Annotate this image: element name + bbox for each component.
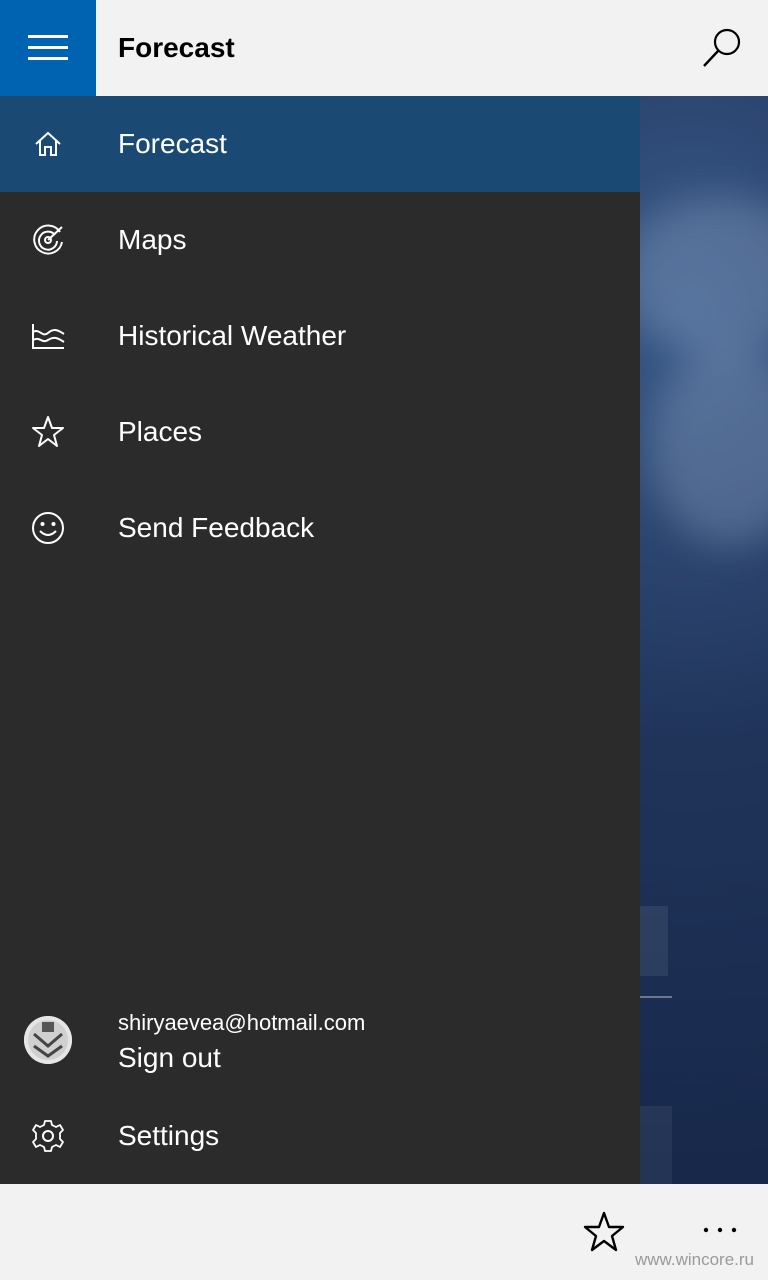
smiley-icon xyxy=(28,508,68,548)
forecast-panel xyxy=(640,1106,672,1184)
gear-icon xyxy=(28,1116,68,1156)
app-bar: www.wincore.ru xyxy=(0,1184,768,1280)
hamburger-button[interactable] xyxy=(0,0,96,96)
account-section[interactable]: shiryaevea@hotmail.com Sign out xyxy=(0,1000,640,1086)
nav-label: Send Feedback xyxy=(118,512,315,543)
search-icon xyxy=(698,28,746,76)
nav-label: Maps xyxy=(118,224,187,255)
nav-item-settings[interactable]: Settings xyxy=(0,1088,640,1184)
nav-item-forecast[interactable]: Forecast xyxy=(0,96,640,192)
nav-item-places[interactable]: Places xyxy=(0,384,640,480)
home-icon xyxy=(28,124,68,164)
nav-item-maps[interactable]: Maps xyxy=(0,192,640,288)
more-button[interactable] xyxy=(696,1208,744,1248)
nav-item-send-feedback[interactable]: Send Feedback xyxy=(0,480,640,576)
nav-item-historical-weather[interactable]: Historical Weather xyxy=(0,288,640,384)
title-bar: Forecast xyxy=(0,0,768,96)
hamburger-icon xyxy=(28,35,68,61)
watermark: www.wincore.ru xyxy=(634,1250,754,1269)
chart-icon xyxy=(28,316,68,356)
nav-label: Forecast xyxy=(118,128,227,159)
sign-out-link[interactable]: Sign out xyxy=(118,1042,221,1074)
star-icon xyxy=(580,1211,628,1260)
star-icon xyxy=(28,412,68,452)
search-button[interactable] xyxy=(698,24,746,72)
radar-icon xyxy=(28,220,68,260)
avatar xyxy=(24,1016,72,1064)
page-title: Forecast xyxy=(118,32,235,63)
account-email: shiryaevea@hotmail.com xyxy=(118,1010,366,1035)
nav-label: Settings xyxy=(118,1120,220,1151)
more-icon xyxy=(702,1219,738,1238)
favorite-button[interactable] xyxy=(580,1208,628,1256)
nav-label: Places xyxy=(118,416,203,447)
navigation-drawer: Forecast Maps Historical Weather Places … xyxy=(0,96,640,1184)
nav-label: Historical Weather xyxy=(118,320,347,351)
